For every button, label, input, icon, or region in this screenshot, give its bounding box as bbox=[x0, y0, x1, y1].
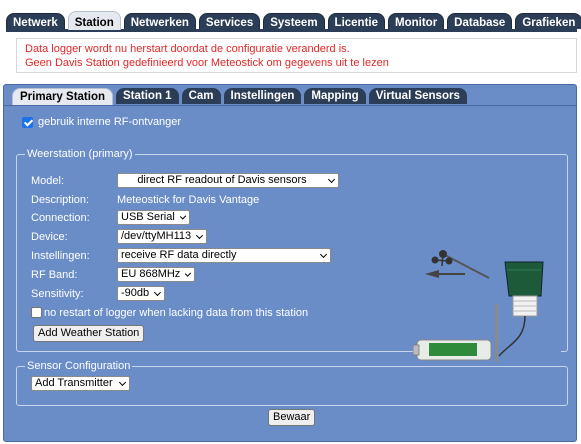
connection-value: USB Serial bbox=[121, 211, 175, 223]
no-restart-option[interactable]: no restart of logger when lacking data f… bbox=[31, 304, 308, 321]
tab-licentie[interactable]: Licentie bbox=[327, 13, 386, 29]
alert-line-restart: Data logger wordt nu herstart doordat de… bbox=[25, 43, 350, 55]
chevron-down-icon bbox=[327, 175, 336, 183]
chevron-down-icon bbox=[319, 250, 328, 258]
rf-band-value: EU 868MHz bbox=[121, 268, 181, 280]
model-value: direct RF readout of Davis sensors bbox=[137, 174, 307, 186]
rf-band-select[interactable]: EU 868MHz bbox=[117, 267, 195, 282]
add-transmitter-value: Add Transmitter bbox=[35, 377, 113, 389]
instellingen-row: Instellingen: receive RF data directly bbox=[31, 247, 331, 264]
description-value: Meteostick for Davis Vantage bbox=[117, 193, 260, 206]
rf-receiver-checkbox[interactable] bbox=[22, 116, 33, 128]
chevron-down-icon bbox=[179, 212, 187, 220]
sensor-configuration-legend: Sensor Configuration bbox=[27, 360, 131, 372]
tab-monitor[interactable]: Monitor bbox=[388, 13, 445, 29]
tab-netwerken[interactable]: Netwerken bbox=[123, 13, 196, 29]
no-restart-checkbox[interactable] bbox=[31, 307, 42, 318]
instellingen-label: Instellingen: bbox=[31, 249, 90, 262]
device-value: /dev/ttyMH113 bbox=[121, 230, 192, 242]
rf-receiver-option[interactable]: gebruik interne RF-ontvanger bbox=[22, 116, 181, 128]
device-row: Device: /dev/ttyMH113 bbox=[31, 228, 207, 245]
alert-line-no-station: Geen Davis Station gedefinieerd voor Met… bbox=[25, 57, 389, 69]
tab-systeem[interactable]: Systeem bbox=[263, 13, 325, 29]
tab-station[interactable]: Station bbox=[67, 11, 121, 30]
sensitivity-row: Sensitivity: -90db bbox=[31, 285, 165, 302]
chevron-down-icon bbox=[185, 269, 192, 277]
model-label: Model: bbox=[31, 174, 65, 187]
add-weather-station-button[interactable]: Add Weather Station bbox=[33, 325, 145, 342]
device-select[interactable]: /dev/ttyMH113 bbox=[117, 229, 207, 244]
tab-mapping[interactable]: Mapping bbox=[304, 88, 366, 104]
save-button[interactable]: Bewaar bbox=[268, 409, 316, 426]
chevron-down-icon bbox=[118, 378, 127, 386]
connection-label: Connection: bbox=[31, 211, 90, 224]
primary-station-content: gebruik interne RF-ontvanger Weerstation… bbox=[4, 105, 576, 441]
weather-station-group: Weerstation (primary) Model: direct RF r… bbox=[16, 148, 568, 364]
tab-cam[interactable]: Cam bbox=[181, 88, 221, 104]
sensitivity-select[interactable]: -90db bbox=[117, 286, 165, 301]
tab-station-1[interactable]: Station 1 bbox=[116, 88, 179, 104]
sensitivity-label: Sensitivity: bbox=[31, 287, 84, 300]
chevron-down-icon bbox=[196, 231, 204, 239]
instellingen-value: receive RF data directly bbox=[121, 249, 237, 261]
tab-instellingen[interactable]: Instellingen bbox=[223, 88, 302, 104]
model-row: Model: direct RF readout of Davis sensor… bbox=[31, 172, 339, 189]
davis-device-image bbox=[413, 244, 561, 364]
description-label: Description: bbox=[31, 193, 90, 206]
add-transmitter-select[interactable]: Add Transmitter bbox=[31, 376, 130, 391]
rf-receiver-label: gebruik interne RF-ontvanger bbox=[38, 116, 182, 128]
station-panel: Primary Station Station 1 Cam Instelling… bbox=[3, 84, 577, 442]
no-restart-label: no restart of logger when lacking data f… bbox=[44, 306, 309, 319]
model-select[interactable]: direct RF readout of Davis sensors bbox=[117, 173, 339, 188]
tab-database[interactable]: Database bbox=[447, 13, 513, 29]
instellingen-select[interactable]: receive RF data directly bbox=[117, 248, 331, 263]
rf-band-row: RF Band: EU 868MHz bbox=[31, 266, 195, 283]
tab-services[interactable]: Services bbox=[198, 13, 261, 29]
chevron-down-icon bbox=[154, 288, 162, 296]
tab-virtual-sensors[interactable]: Virtual Sensors bbox=[368, 88, 467, 104]
station-tab-bar: Primary Station Station 1 Cam Instelling… bbox=[12, 88, 467, 105]
connection-select[interactable]: USB Serial bbox=[117, 210, 190, 225]
sensor-configuration-group: Sensor Configuration Add Transmitter bbox=[16, 360, 568, 406]
device-label: Device: bbox=[31, 230, 68, 243]
sensitivity-value: -90db bbox=[121, 287, 150, 299]
description-row: Description: Meteostick for Davis Vantag… bbox=[31, 191, 259, 208]
rf-band-label: RF Band: bbox=[31, 268, 78, 281]
connection-row: Connection: USB Serial bbox=[31, 209, 190, 226]
tab-grafieken[interactable]: Grafieken bbox=[515, 13, 581, 29]
tab-primary-station[interactable]: Primary Station bbox=[12, 88, 113, 105]
main-tab-bar: Netwerk Station Netwerken Services Syste… bbox=[6, 11, 581, 32]
alert-box: Data logger wordt nu herstart doordat de… bbox=[16, 38, 577, 73]
tab-netwerk[interactable]: Netwerk bbox=[6, 13, 65, 29]
weather-station-legend: Weerstation (primary) bbox=[27, 148, 133, 160]
